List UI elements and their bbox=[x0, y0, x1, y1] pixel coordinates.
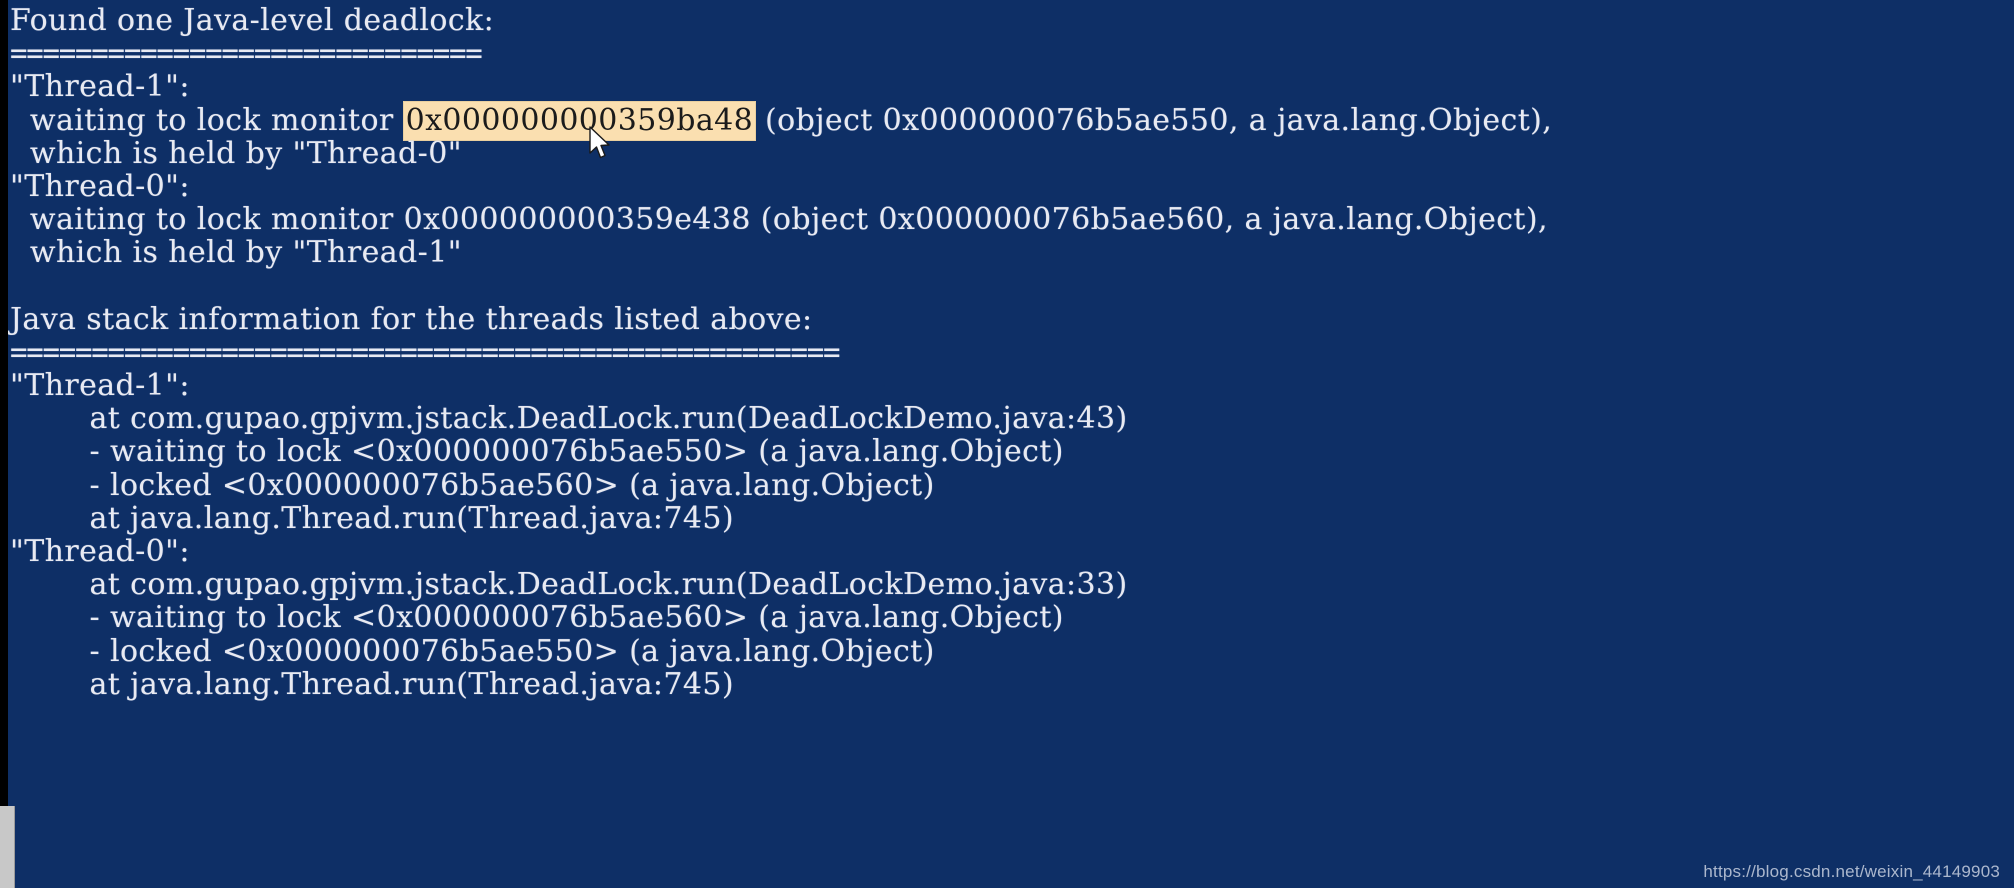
terminal-line-stack-thread1-locked: - locked <0x000000076b5ae560> (a java.la… bbox=[10, 467, 935, 503]
terminal-line-stack-info-header: Java stack information for the threads l… bbox=[10, 301, 813, 337]
terminal-line-stack-thread0-at-1: at com.gupao.gpjvm.jstack.DeadLock.run(D… bbox=[10, 567, 1128, 603]
terminal-line-thread0-heldby: which is held by "Thread-1" bbox=[10, 235, 462, 271]
terminal-line-blank-1 bbox=[8, 270, 2014, 303]
terminal-line-thread0-waiting: waiting to lock monitor 0x000000000359e4… bbox=[10, 202, 1548, 238]
terminal-line-stack-thread0-locked: - locked <0x000000076b5ae550> (a java.la… bbox=[10, 633, 935, 669]
terminal-line-stack-thread1-waiting: - waiting to lock <0x000000076b5ae550> (… bbox=[10, 434, 1064, 470]
csdn-watermark: https://blog.csdn.net/weixin_44149903 bbox=[1703, 862, 2000, 881]
terminal-output-area[interactable]: Found one Java-level deadlock: ==========… bbox=[8, 0, 2014, 888]
terminal-line-rule-1: ============================= bbox=[10, 36, 483, 71]
terminal-line-thread1-heldby: which is held by "Thread-0" bbox=[10, 135, 462, 171]
terminal-line-found-deadlock: Found one Java-level deadlock: bbox=[10, 3, 495, 38]
terminal-line-thread1-header: "Thread-1": bbox=[10, 69, 190, 105]
terminal-line-stack-thread0-header: "Thread-0": bbox=[10, 534, 190, 569]
vertical-scrollbar-thumb[interactable] bbox=[0, 806, 15, 888]
selected-monitor-address[interactable]: 0x000000000359ba48 bbox=[403, 101, 756, 140]
terminal-line-stack-thread0-at-2: at java.lang.Thread.run(Thread.java:745) bbox=[10, 666, 734, 702]
terminal-window: Found one Java-level deadlock: ==========… bbox=[0, 0, 2014, 888]
line-text-before-selection: waiting to lock monitor bbox=[10, 102, 404, 138]
terminal-line-stack-thread1-at-2: at java.lang.Thread.run(Thread.java:745) bbox=[10, 500, 734, 536]
terminal-line-rule-2: ========================================… bbox=[10, 334, 840, 369]
terminal-line-stack-thread1-header: "Thread-1": bbox=[10, 368, 190, 404]
terminal-line-stack-thread0-waiting: - waiting to lock <0x000000076b5ae560> (… bbox=[10, 600, 1064, 636]
terminal-line-thread0-header: "Thread-0": bbox=[10, 168, 190, 204]
line-text-after-selection: (object 0x000000076b5ae550, a java.lang.… bbox=[755, 102, 1553, 138]
terminal-left-gutter bbox=[0, 0, 8, 888]
terminal-line-stack-thread1-at-1: at com.gupao.gpjvm.jstack.DeadLock.run(D… bbox=[10, 401, 1128, 437]
terminal-line-thread1-waiting: waiting to lock monitor 0x000000000359ba… bbox=[8, 101, 2014, 140]
